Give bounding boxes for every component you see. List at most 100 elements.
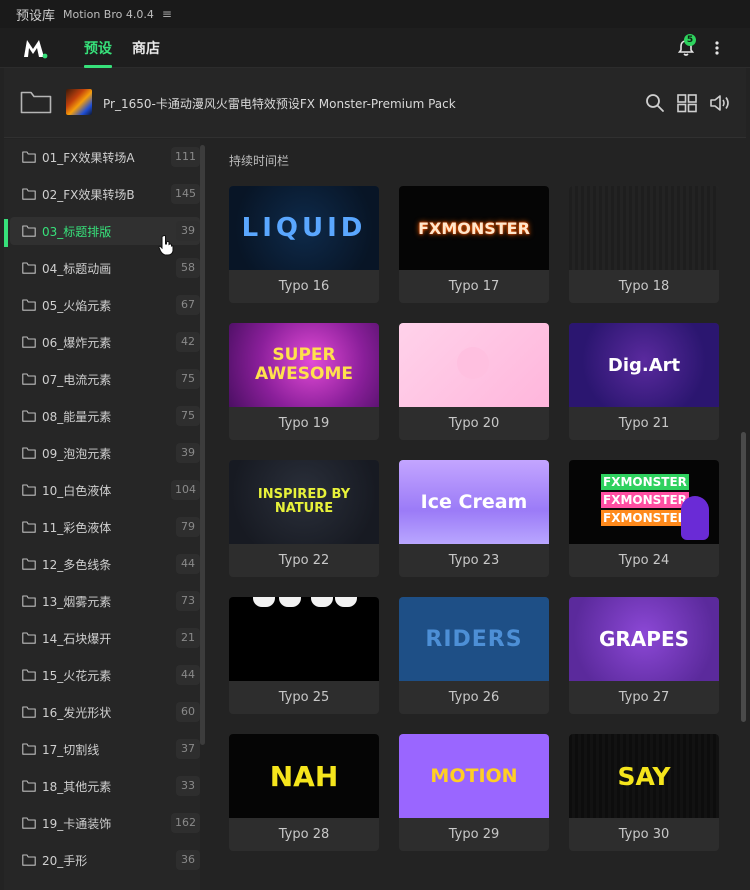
grid-view-icon[interactable] [676, 92, 698, 114]
sidebar-item[interactable]: 14_石块爆开 21 [10, 624, 200, 652]
preset-card[interactable]: LIQUID Typo 16 [229, 186, 379, 303]
pack-header: Pr_1650-卡通动漫风火雷电特效预设FX Monster-Premium P… [4, 68, 746, 138]
sidebar-item-count: 36 [176, 850, 200, 870]
sidebar-item-label: 08_能量元素 [42, 410, 112, 424]
sidebar-item[interactable]: 10_白色液体 104 [10, 476, 200, 504]
bubble-shape [311, 597, 333, 607]
pack-title: Pr_1650-卡通动漫风火雷电特效预设FX Monster-Premium P… [103, 97, 456, 111]
notification-badge: 5 [684, 34, 696, 46]
sidebar-item-count: 44 [176, 554, 200, 574]
sidebar-item[interactable]: 16_发光形状 60 [10, 698, 200, 726]
sidebar-item[interactable]: 17_切割线 37 [10, 735, 200, 763]
preset-card[interactable]: RIDERS Typo 26 [399, 597, 549, 714]
sidebar-item[interactable]: 20_手形 36 [10, 846, 200, 874]
folder-icon [22, 854, 36, 866]
preset-card[interactable]: Typo 20 [399, 323, 549, 440]
sidebar-item-label: 02_FX效果转场B [42, 188, 135, 202]
sidebar-item-label: 07_电流元素 [42, 373, 112, 387]
more-options-icon[interactable] [710, 38, 724, 58]
sidebar-scrollbar[interactable] [200, 145, 205, 745]
preset-card[interactable]: GRAPES Typo 27 [569, 597, 719, 714]
sidebar-item[interactable]: 18_其他元素 33 [10, 772, 200, 800]
preset-artwork-text: FXMONSTER [418, 218, 530, 238]
preset-artwork-line: FXMONSTER [601, 510, 689, 526]
preset-artwork-text: MOTION [430, 765, 518, 787]
sidebar-item[interactable]: 06_爆炸元素 42 [10, 328, 200, 356]
sidebar-item[interactable]: 12_多色线条 44 [10, 550, 200, 578]
preset-artwork-line: FXMONSTER [601, 474, 689, 490]
search-icon[interactable] [644, 92, 666, 114]
preset-card[interactable]: FXMONSTER Typo 17 [399, 186, 549, 303]
sidebar-item[interactable]: 05_火焰元素 67 [10, 291, 200, 319]
folder-icon [22, 558, 36, 570]
preset-name: Typo 17 [448, 279, 500, 294]
folder-icon [22, 373, 36, 385]
sidebar-item-count: 21 [176, 628, 200, 648]
sidebar-item[interactable]: 04_标题动画 58 [10, 254, 200, 282]
sidebar-item-label: 06_爆炸元素 [42, 336, 112, 350]
preset-artwork-text: RIDERS [425, 626, 523, 652]
folder-icon [22, 262, 36, 274]
preset-artwork-text: NAH [269, 759, 339, 793]
preset-name: Typo 29 [448, 827, 500, 842]
section-title: 持续时间栏 [229, 154, 290, 168]
sidebar-item[interactable]: 19_卡通装饰 162 [10, 809, 200, 837]
bubble-shape [279, 597, 301, 607]
preset-thumbnail: NAH [229, 734, 379, 818]
sidebar-item-count: 75 [176, 406, 200, 426]
sidebar-item[interactable]: 01_FX效果转场A 111 [10, 143, 200, 171]
preset-name: Typo 18 [618, 279, 670, 294]
preset-artwork-text: SUPER AWESOME [255, 345, 353, 384]
app-name: 预设库 [16, 8, 56, 24]
sidebar-item-label: 13_烟雾元素 [42, 595, 112, 609]
folder-icon [22, 410, 36, 422]
preset-name: Typo 28 [278, 827, 330, 842]
preset-thumbnail [569, 186, 719, 270]
sidebar-item-count: 67 [176, 295, 200, 315]
folder-icon [22, 595, 36, 607]
tab-store[interactable]: 商店 [132, 38, 160, 58]
preset-card[interactable]: SUPER AWESOME Typo 19 [229, 323, 379, 440]
window-title-bar: 预设库 Motion Bro 4.0.4 ≡ [0, 0, 750, 28]
sidebar-item[interactable]: 07_电流元素 75 [10, 365, 200, 393]
preset-card[interactable]: SAY Typo 30 [569, 734, 719, 851]
sidebar-item-count: 145 [171, 184, 200, 204]
preset-name: Typo 30 [618, 827, 670, 842]
grid-scrollbar[interactable] [741, 432, 746, 722]
sidebar-item-label: 11_彩色液体 [42, 521, 112, 535]
preset-artwork-line: FXMONSTER [601, 492, 689, 508]
sidebar-item-count: 104 [171, 480, 200, 500]
sidebar-item-label: 17_切割线 [42, 743, 100, 757]
preset-card[interactable]: NAH Typo 28 [229, 734, 379, 851]
sidebar-item[interactable]: 08_能量元素 75 [10, 402, 200, 430]
preset-artwork-text: GRAPES [598, 627, 690, 651]
preset-name: Typo 23 [448, 553, 500, 568]
sidebar-item-label: 04_标题动画 [42, 262, 112, 276]
hand-pointer-icon [158, 235, 174, 256]
sidebar-item[interactable]: 02_FX效果转场B 145 [10, 180, 200, 208]
sidebar-item-count: 58 [176, 258, 200, 278]
preset-card[interactable]: MOTION Typo 29 [399, 734, 549, 851]
window-menu-icon[interactable]: ≡ [162, 7, 172, 21]
sidebar-item-label: 15_火花元素 [42, 669, 112, 683]
sidebar-item[interactable]: 11_彩色液体 79 [10, 513, 200, 541]
preset-card[interactable]: Ice Cream Typo 23 [399, 460, 549, 577]
preset-artwork-text: FXMONSTER FXMONSTER FXMONSTER [601, 474, 689, 526]
preset-card[interactable]: FXMONSTER FXMONSTER FXMONSTER Typo 24 [569, 460, 719, 577]
preset-thumbnail: FXMONSTER FXMONSTER FXMONSTER [569, 460, 719, 544]
sidebar-item[interactable]: 13_烟雾元素 73 [10, 587, 200, 615]
sidebar-item-count: 39 [176, 221, 200, 241]
preset-name: Typo 22 [278, 553, 330, 568]
speaker-icon[interactable] [709, 92, 731, 114]
tab-presets[interactable]: 预设 [84, 38, 112, 58]
preset-card[interactable]: Typo 18 [569, 186, 719, 303]
sidebar-item[interactable]: 15_火花元素 44 [10, 661, 200, 689]
folder-icon [22, 632, 36, 644]
sidebar-item[interactable]: 09_泡泡元素 39 [10, 439, 200, 467]
sidebar-item-count: 39 [176, 443, 200, 463]
preset-card[interactable]: Typo 25 [229, 597, 379, 714]
preset-card[interactable]: INSPIRED BY NATURE Typo 22 [229, 460, 379, 577]
folder-icon[interactable] [20, 90, 52, 114]
sidebar-item-count: 60 [176, 702, 200, 722]
preset-card[interactable]: Dig.Art Typo 21 [569, 323, 719, 440]
